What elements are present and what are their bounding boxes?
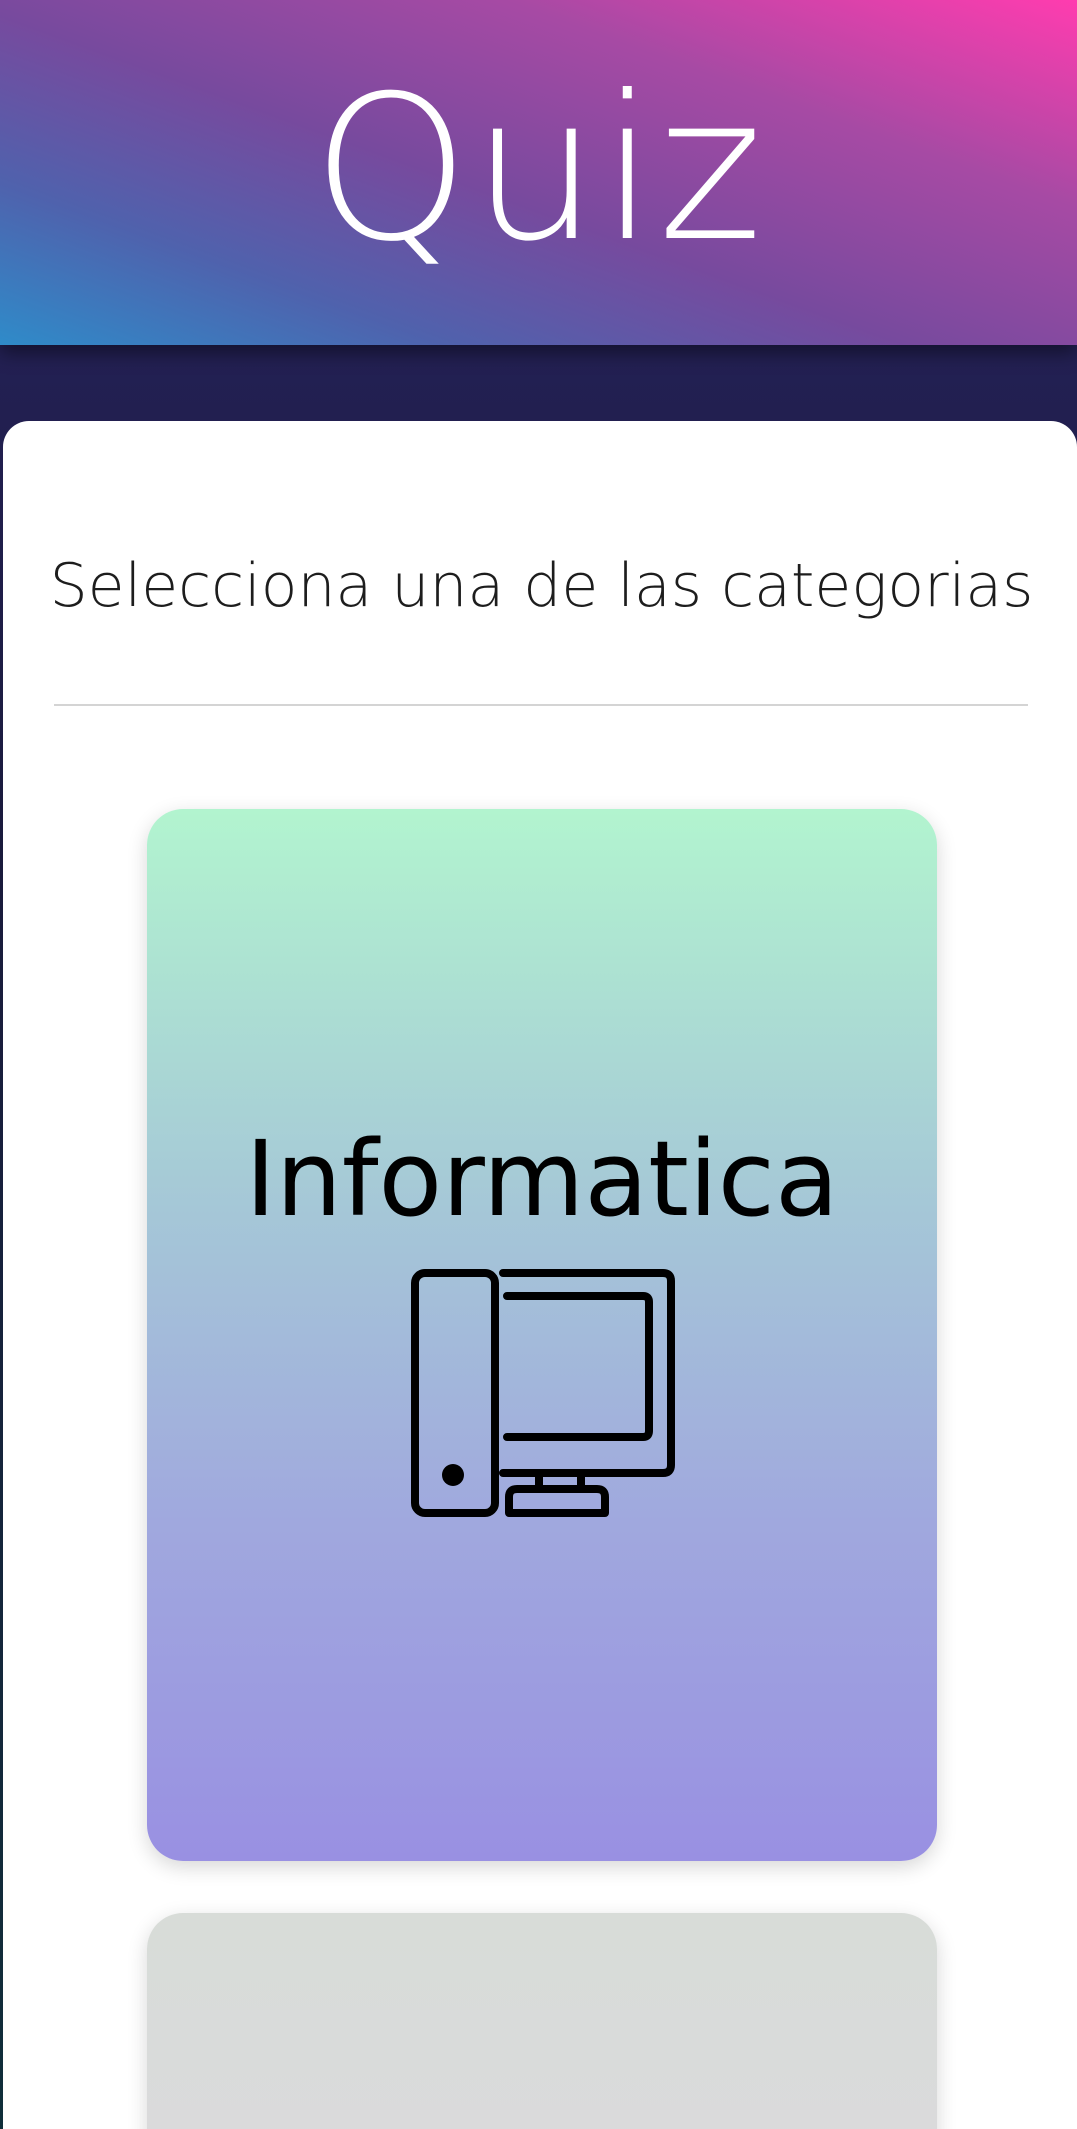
app-header: Quiz: [0, 0, 1077, 345]
category-card-next[interactable]: [147, 1913, 937, 2129]
category-card-label: Informatica: [245, 1118, 839, 1240]
app-title: Quiz: [312, 53, 765, 286]
category-card-informatica[interactable]: Informatica: [147, 809, 937, 1861]
desktop-computer-icon: [411, 1269, 675, 1517]
divider: [54, 704, 1028, 706]
category-panel: Selecciona una de las categorias Informa…: [3, 421, 1077, 2129]
category-prompt: Selecciona una de las categorias: [49, 551, 1034, 621]
